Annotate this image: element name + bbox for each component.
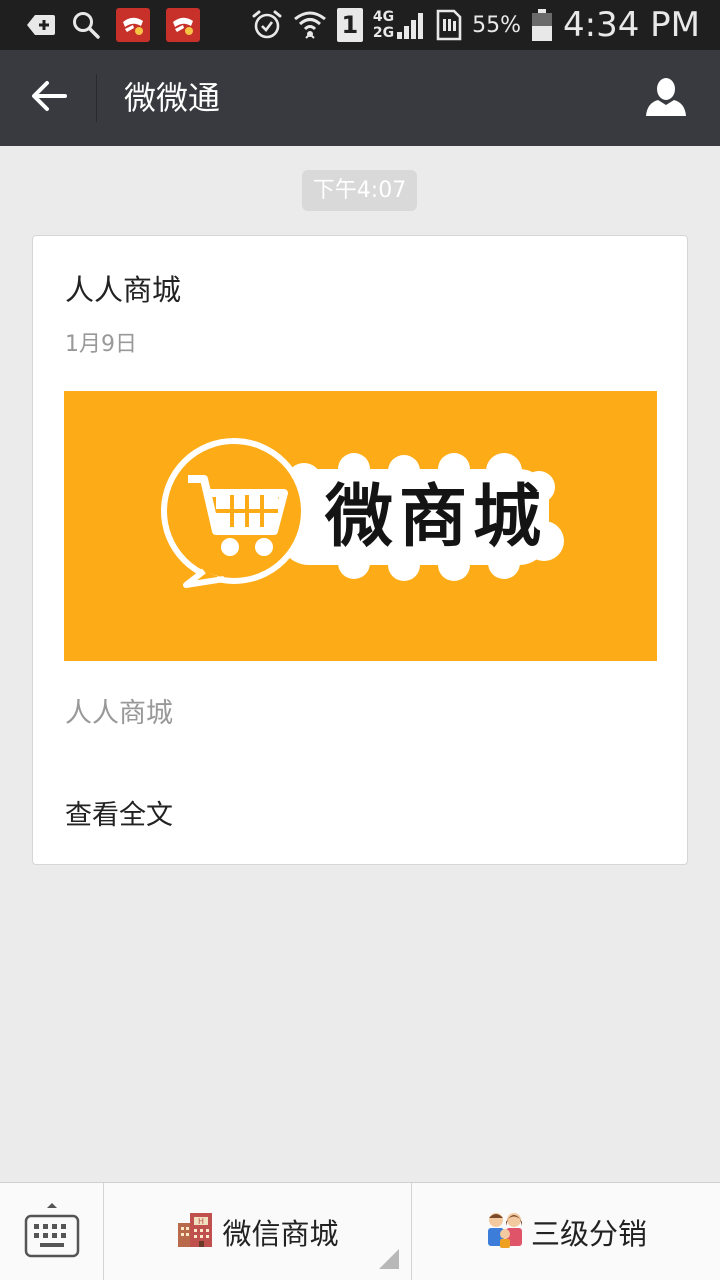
article-digest: 人人商城 [65,698,173,729]
building-icon: H [176,1209,216,1256]
battery-percent: 55% [472,12,521,38]
sd-card-icon [436,9,462,41]
menu-item-wechat-mall[interactable]: H 微信商城 [104,1183,411,1280]
signal-icon [396,10,426,40]
bottom-menu-bar: H 微信商城 三级分销 [0,1182,720,1280]
keyboard-icon [24,1200,80,1264]
profile-button[interactable] [642,76,690,122]
submenu-indicator-icon [379,1249,399,1269]
article-title: 人人商城 [65,273,182,307]
article-date: 1月9日 [65,332,137,357]
status-bar-notifications [26,8,200,42]
arrow-left-icon [31,80,67,116]
title-divider [96,74,97,122]
search-icon [72,11,100,39]
status-bar: 1 4G 2G 55% 4:34 PM [0,0,720,50]
read-more-link[interactable]: 查看全文 [65,796,173,836]
back-button[interactable] [22,74,76,122]
svg-text:H: H [198,1217,204,1226]
add-box-icon [26,13,56,37]
article-card[interactable]: 人人商城 1月9日 微商城 人人商城 查看全文 [32,235,688,865]
person-icon [645,77,687,121]
message-timestamp: 下午4:07 [302,170,417,211]
banner-title: 微商城 [324,478,547,557]
alarm-icon [251,9,283,41]
app-notification-icon [166,8,200,42]
network-type-bottom: 2G [372,25,395,41]
network-type: 4G 2G [373,9,394,41]
app-notification-icon [116,8,150,42]
title-bar: 微微通 [0,50,720,146]
status-clock: 4:34 PM [563,5,700,45]
sim-icon: 1 [336,8,363,42]
keyboard-toggle-button[interactable] [0,1183,103,1280]
menu-item-label: 微信商城 [222,1217,339,1251]
menu-item-label: 三级分销 [530,1217,647,1251]
article-banner: 微商城 [64,391,657,661]
page-title: 微微通 [124,79,221,117]
battery-icon [531,8,553,42]
wifi-icon [293,9,327,41]
family-icon [485,1210,525,1255]
status-bar-system: 1 4G 2G 55% 4:34 PM [251,4,700,46]
menu-item-distribution[interactable]: 三级分销 [412,1183,720,1280]
network-type-top: 4G [372,9,395,25]
